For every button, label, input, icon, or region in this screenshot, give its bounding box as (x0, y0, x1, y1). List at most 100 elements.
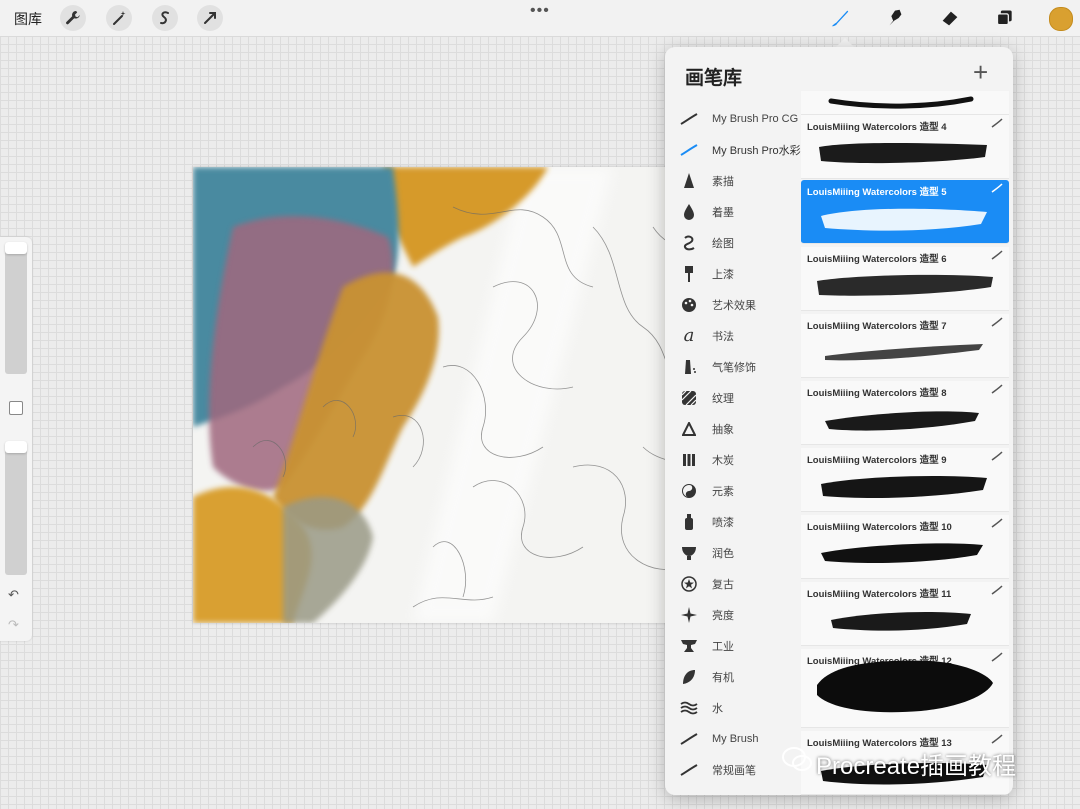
category-label: 着墨 (712, 207, 734, 219)
layers-icon[interactable] (993, 6, 1017, 30)
color-picker-button[interactable] (1049, 7, 1073, 31)
category-label: My Brush Pro CG (712, 113, 799, 125)
category-item[interactable]: 元素 (665, 476, 801, 506)
category-item[interactable]: 亮度 (665, 600, 801, 630)
brush-item[interactable]: LouisMiiing Watercolors 造型 12 (801, 649, 1009, 728)
category-label: 艺术效果 (712, 300, 756, 312)
category-item[interactable]: My Brush (665, 724, 801, 754)
airbrush-icon (678, 358, 700, 376)
category-item[interactable]: My Brush Pro水彩 (665, 135, 801, 165)
category-item[interactable]: 素描 (665, 166, 801, 196)
brush-name: LouisMiiing Watercolors 造型 7 (807, 321, 947, 332)
blender-icon (678, 544, 700, 562)
brush-name: LouisMiiing Watercolors 造型 6 (807, 254, 947, 265)
category-label: 气笔修饰 (712, 362, 756, 374)
category-item[interactable]: My Brush Pro CG (665, 104, 801, 134)
redo-icon[interactable]: ↷ (8, 617, 19, 633)
brush-item[interactable] (801, 91, 1009, 115)
brush-stroke-preview (825, 344, 983, 361)
category-label: 素描 (712, 176, 734, 188)
brush-item[interactable]: LouisMiiing Watercolors 造型 9 (801, 448, 1009, 512)
category-item[interactable]: 绘图 (665, 228, 801, 258)
stroke-icon (991, 451, 1003, 461)
palette-icon (678, 296, 700, 314)
brush-item-selected[interactable]: LouisMiiing Watercolors 造型 5 (801, 180, 1009, 244)
stroke-icon (991, 317, 1003, 327)
spray-can-icon (678, 513, 700, 531)
calligraphy-icon: a (683, 325, 695, 346)
category-item[interactable]: 水 (665, 693, 801, 723)
category-item[interactable]: a 书法 (665, 321, 801, 351)
eraser-icon[interactable] (938, 6, 962, 30)
leaf-icon (678, 668, 700, 686)
brush-size-slider[interactable] (5, 242, 27, 374)
category-label: 水 (712, 703, 723, 715)
category-item[interactable]: 艺术效果 (665, 290, 801, 320)
category-label: 书法 (712, 331, 734, 343)
category-item[interactable]: 复古 (665, 569, 801, 599)
category-item[interactable]: 木炭 (665, 445, 801, 475)
category-item[interactable]: 纹理 (665, 383, 801, 413)
category-item[interactable]: 气笔修饰 (665, 352, 801, 382)
brush-list: LouisMiiing Watercolors 造型 4 LouisMiiing… (801, 91, 1011, 795)
category-label: 纹理 (712, 393, 734, 405)
category-item[interactable]: 着墨 (665, 197, 801, 227)
brush-name: LouisMiiing Watercolors 造型 11 (807, 589, 952, 600)
brush-library-panel: 画笔库 + My Brush Pro CG My Brush Pro水彩 素描 … (665, 47, 1013, 795)
category-item[interactable]: 润色 (665, 538, 801, 568)
brush-item[interactable]: LouisMiiing Watercolors 造型 6 (801, 247, 1009, 311)
stroke-icon (991, 518, 1003, 528)
artwork-canvas[interactable] (193, 167, 745, 623)
brush-item[interactable]: LouisMiiing Watercolors 造型 10 (801, 515, 1009, 579)
category-item[interactable]: 抽象 (665, 414, 801, 444)
more-options-handle[interactable]: ••• (530, 2, 550, 20)
undo-icon[interactable]: ↶ (8, 587, 19, 603)
retro-star-icon (678, 575, 700, 593)
brush-item[interactable]: LouisMiiing Watercolors 造型 4 (801, 115, 1009, 179)
brush-icon[interactable] (828, 6, 852, 30)
stroke-icon (678, 141, 700, 159)
brush-item[interactable]: LouisMiiing Watercolors 造型 11 (801, 582, 1009, 646)
category-item[interactable]: 喷漆 (665, 507, 801, 537)
stroke-icon (678, 730, 700, 748)
brush-item[interactable]: LouisMiiing Watercolors 造型 8 (801, 381, 1009, 445)
triangle-icon (678, 420, 700, 438)
category-label: My Brush Pro水彩 (712, 145, 801, 157)
category-item[interactable]: 工业 (665, 631, 801, 661)
watermark-text: Procreate插画教程 (816, 753, 1017, 780)
brush-name: LouisMiiing Watercolors 造型 10 (807, 522, 952, 533)
category-item[interactable]: 常规画笔 (665, 755, 801, 785)
swirl-icon (678, 234, 700, 252)
transform-icon[interactable] (197, 5, 223, 31)
brush-size-handle[interactable] (5, 242, 27, 254)
brush-stroke-preview (819, 143, 987, 164)
watercolor-artwork (193, 167, 745, 623)
opacity-handle[interactable] (5, 441, 27, 453)
opacity-slider[interactable] (5, 441, 27, 575)
wechat-icon (782, 747, 812, 771)
category-label: 工业 (712, 641, 734, 653)
category-item[interactable]: 有机 (665, 662, 801, 692)
selection-icon[interactable] (152, 5, 178, 31)
paint-brush-icon (678, 265, 700, 283)
brush-stroke-preview (821, 208, 987, 231)
pencil-tip-icon (678, 172, 700, 190)
stroke-icon (678, 761, 700, 779)
gallery-button[interactable]: 图库 (14, 9, 42, 29)
top-toolbar: 图库 ••• (0, 0, 1080, 37)
category-label: 亮度 (712, 610, 734, 622)
left-sidebar: ↶ ↷ (0, 237, 32, 641)
brush-item[interactable]: LouisMiiing Watercolors 造型 7 (801, 314, 1009, 378)
category-label: 绘图 (712, 238, 734, 250)
magic-wand-icon[interactable] (106, 5, 132, 31)
category-label: 上漆 (712, 269, 734, 281)
brush-stroke-preview (825, 411, 979, 431)
waves-icon (678, 699, 700, 717)
brush-stroke-preview (817, 660, 993, 713)
smudge-icon[interactable] (883, 6, 907, 30)
yin-yang-icon (678, 482, 700, 500)
wrench-icon[interactable] (60, 5, 86, 31)
modify-button[interactable] (9, 401, 23, 415)
brush-name: LouisMiiing Watercolors 造型 4 (807, 122, 947, 133)
category-item[interactable]: 上漆 (665, 259, 801, 289)
